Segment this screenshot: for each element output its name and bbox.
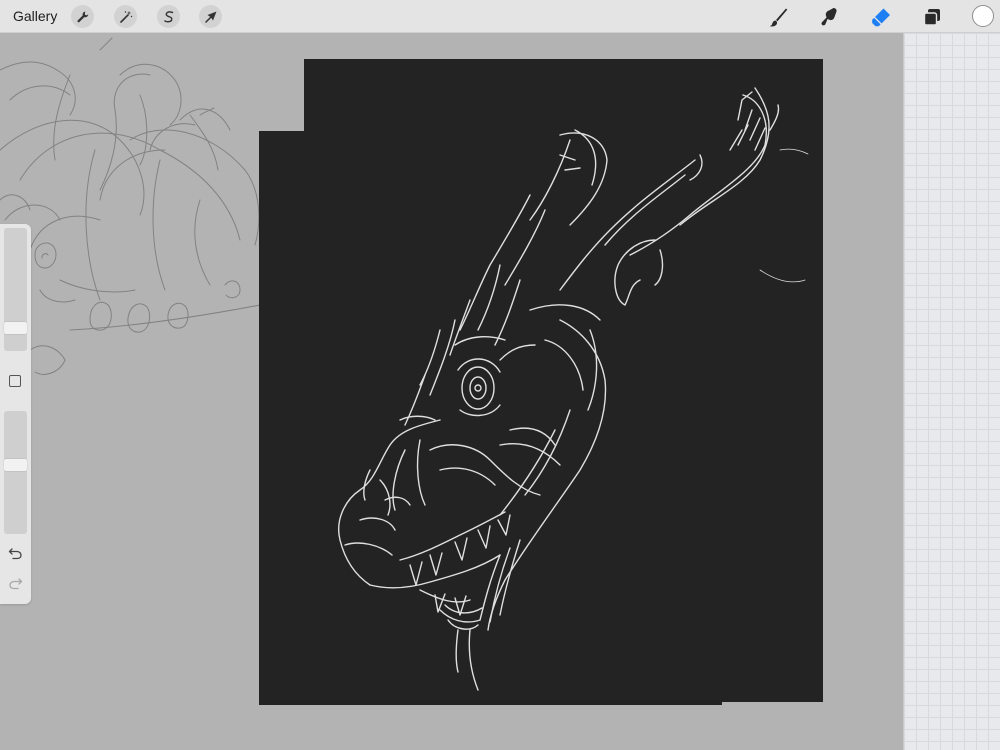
- magic-wand-icon: [119, 10, 132, 23]
- artwork-panel: [259, 59, 823, 705]
- layers-button[interactable]: [919, 4, 945, 30]
- eraser-icon: [872, 8, 890, 27]
- background-sketch: [0, 37, 261, 375]
- actions-button[interactable]: [71, 5, 94, 28]
- brush-size-slider[interactable]: [4, 228, 27, 351]
- smudge-icon: [821, 8, 837, 26]
- transform-arrow-icon: [204, 11, 216, 23]
- adjustments-button[interactable]: [114, 5, 137, 28]
- redo-icon[interactable]: [8, 576, 23, 591]
- canvas-artwork: [0, 37, 823, 705]
- wrench-icon: [76, 11, 88, 22]
- eraser-button[interactable]: [868, 4, 894, 30]
- drawing-canvas[interactable]: [0, 33, 903, 750]
- layers-icon: [923, 9, 940, 26]
- opacity-slider[interactable]: [4, 411, 27, 534]
- transform-button[interactable]: [199, 5, 222, 28]
- modify-square-icon[interactable]: [9, 375, 21, 387]
- selection-s-icon: [163, 10, 173, 22]
- selection-button[interactable]: [157, 5, 180, 28]
- gallery-button[interactable]: Gallery: [13, 8, 57, 24]
- brush-size-slider-thumb[interactable]: [4, 322, 27, 334]
- brush-icon: [769, 8, 788, 27]
- reference-grid-panel: [903, 33, 1000, 750]
- brush-sidebar: [0, 224, 31, 604]
- smudge-button[interactable]: [817, 4, 843, 30]
- top-toolbar: Gallery: [0, 0, 1000, 33]
- color-picker-button[interactable]: [972, 5, 994, 27]
- undo-icon[interactable]: [8, 546, 23, 561]
- opacity-slider-thumb[interactable]: [4, 459, 27, 471]
- brush-button[interactable]: [765, 4, 791, 30]
